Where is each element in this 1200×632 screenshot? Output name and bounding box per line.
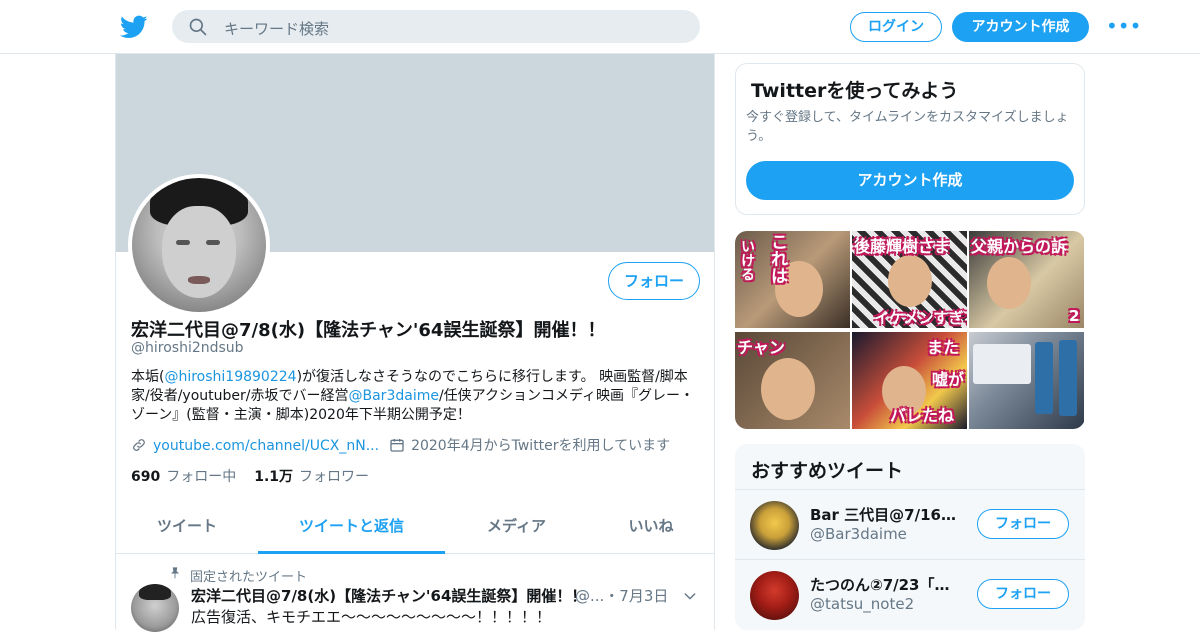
bio-text: 本垢( [131, 369, 165, 385]
recommended-tweets: おすすめツイート Bar 三代目@7/16薗... @Bar3daime フォロ… [735, 444, 1085, 630]
media-thumbnail[interactable] [969, 332, 1084, 429]
profile-meta: youtube.com/channel/UCX_nN... 2020年4月からT… [131, 435, 670, 455]
signup-card-description: 今すぐ登録して、タイムラインをカスタマイズしましょう。 [746, 110, 1069, 144]
recommended-title: おすすめツイート [751, 460, 904, 482]
link-icon [133, 439, 145, 451]
profile-stats: 690 フォロー中 1.1万 フォロワー [131, 466, 369, 486]
followers-stat[interactable]: 1.1万 フォロワー [254, 469, 369, 485]
tweet-avatar[interactable] [131, 584, 179, 632]
pinned-tweet[interactable]: 固定されたツイート 宏洋二代目@7/8(水)【隆法チャン'64誤生誕祭】開催！！… [116, 554, 714, 632]
tab-tweets-and-replies[interactable]: ツイートと返信 [258, 502, 445, 554]
chevron-down-icon[interactable] [682, 588, 698, 604]
tab-likes[interactable]: いいね [588, 502, 714, 554]
media-thumbnail[interactable]: これは いける [735, 231, 850, 328]
signup-card: Twitterを使ってみよう 今すぐ登録して、タイムラインをカスタマイズしましょ… [735, 63, 1085, 215]
tweet-meta: @...・7月3日 [575, 587, 669, 605]
avatar-image [132, 178, 266, 312]
follow-button[interactable]: フォロー [608, 262, 700, 300]
profile-url-link[interactable]: youtube.com/channel/UCX_nN... [153, 438, 379, 454]
more-dots-icon[interactable]: ••• [1106, 16, 1141, 37]
recommended-name[interactable]: たつのん②7/23「漁... [810, 574, 960, 595]
profile-bio: 本垢(@hiroshi19890224)が復活しなさそうなのでこちらに移行します… [131, 368, 701, 425]
tab-tweets[interactable]: ツイート [116, 502, 258, 554]
signup-card-button[interactable]: アカウント作成 [746, 161, 1074, 200]
profile-column: フォロー 宏洋二代目@7/8(水)【隆法チャン'64誤生誕祭】開催！！ @hir… [115, 54, 715, 632]
recommended-name[interactable]: Bar 三代目@7/16薗... [810, 504, 960, 525]
profile-tabs: ツイート ツイートと返信 メディア いいね [116, 502, 714, 554]
profile-name: 宏洋二代目@7/8(水)【隆法チャン'64誤生誕祭】開催！！ [131, 320, 606, 341]
twitter-bird-icon[interactable] [120, 13, 148, 41]
media-grid: これは いける 後藤輝樹さま イケメンすぎる 父親からの訴 2 チャン また 嘘… [735, 231, 1085, 429]
joined-date: 2020年4月からTwitterを利用しています [411, 438, 671, 454]
search-input[interactable]: キーワード検索 [224, 18, 329, 39]
pinned-label: 固定されたツイート [190, 570, 308, 585]
media-thumbnail[interactable]: また 嘘が バレたね [852, 332, 967, 429]
tweet-text: 広告復活、キモチエエ〜〜〜〜〜〜〜〜〜！！！！！ [191, 608, 552, 626]
bio-mention-link[interactable]: @hiroshi19890224 [164, 369, 296, 385]
profile-avatar[interactable] [128, 174, 270, 316]
follow-button[interactable]: フォロー [977, 509, 1069, 539]
top-bar: キーワード検索 ログイン アカウント作成 ••• [0, 0, 1200, 54]
avatar[interactable] [750, 571, 799, 620]
tab-media[interactable]: メディア [445, 502, 588, 554]
signup-card-title: Twitterを使ってみよう [751, 80, 959, 102]
tweet-author-name[interactable]: 宏洋二代目@7/8(水)【隆法チャン'64誤生誕祭】開催！！ [191, 585, 586, 606]
login-button[interactable]: ログイン [850, 12, 942, 42]
recommended-item[interactable]: Bar 三代目@7/16薗... @Bar3daime フォロー [735, 489, 1085, 559]
bio-mention-link[interactable]: @Bar3daime [349, 388, 439, 404]
recommended-item[interactable]: たつのん②7/23「漁... @tatsu_note2 フォロー [735, 559, 1085, 629]
profile-handle: @hiroshi2ndsub [131, 340, 244, 356]
pin-icon [171, 567, 179, 579]
media-thumbnail[interactable]: チャン [735, 332, 850, 429]
avatar[interactable] [750, 501, 799, 550]
media-thumbnail[interactable]: 後藤輝樹さま イケメンすぎる [852, 231, 967, 328]
follow-button[interactable]: フォロー [977, 579, 1069, 609]
search-icon [189, 18, 207, 36]
calendar-icon [390, 439, 404, 452]
signup-button[interactable]: アカウント作成 [952, 12, 1089, 42]
search-bar[interactable]: キーワード検索 [172, 10, 700, 43]
recommended-handle: @tatsu_note2 [810, 595, 915, 613]
media-thumbnail[interactable]: 父親からの訴 2 [969, 231, 1084, 328]
recommended-handle: @Bar3daime [810, 525, 907, 543]
following-stat[interactable]: 690 フォロー中 [131, 469, 236, 485]
